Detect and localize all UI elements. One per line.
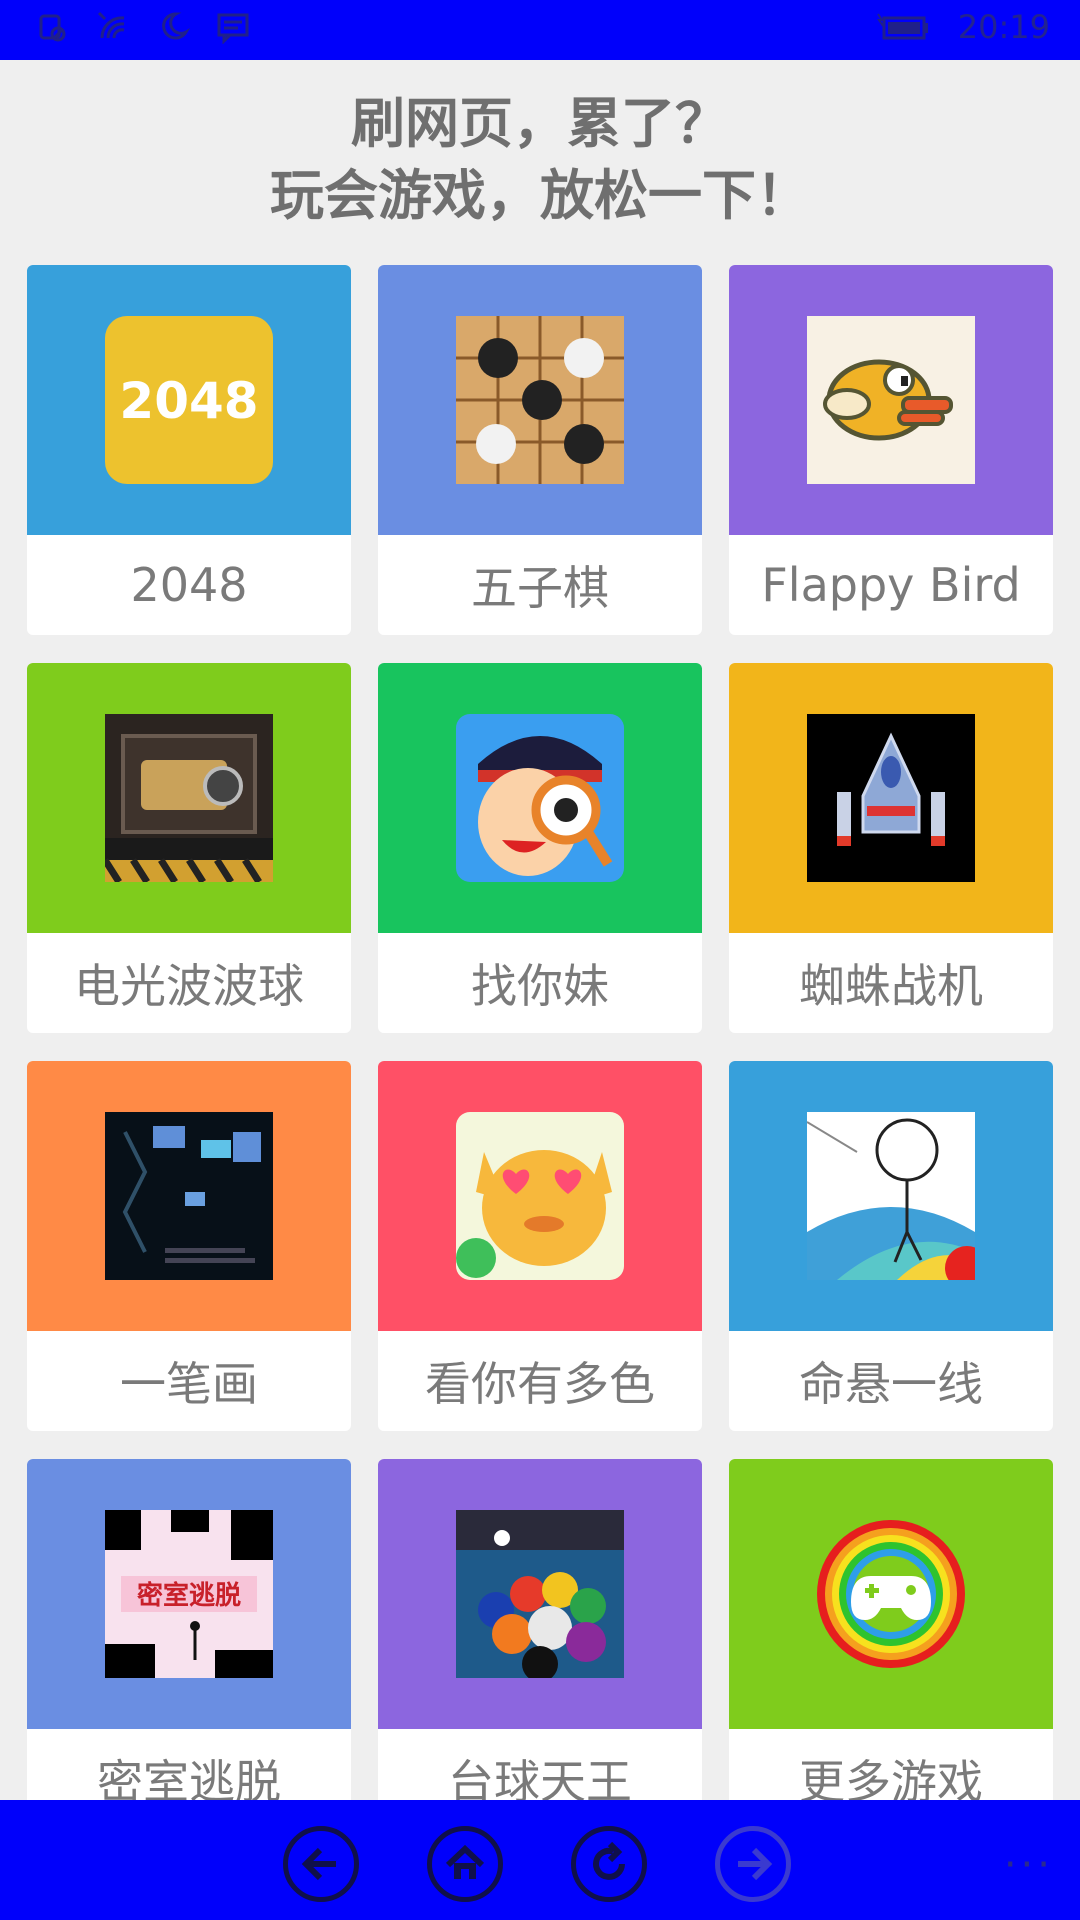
game-card-electric-ball[interactable]: 电光波波球: [27, 663, 351, 1033]
escape-room-icon: 密室逃脱: [105, 1510, 273, 1678]
bottom-app-bar: ···: [0, 1800, 1080, 1920]
game-card-flappy-bird[interactable]: Flappy Bird: [729, 265, 1053, 635]
refresh-button[interactable]: [571, 1826, 647, 1902]
game-card-gomoku[interactable]: 五子棋: [378, 265, 702, 635]
game-label: 电光波波球: [74, 959, 304, 1013]
clock-time: 20:19: [957, 8, 1050, 46]
svg-text:密室逃脱: 密室逃脱: [137, 1580, 241, 1611]
game-label: 五子棋: [471, 561, 609, 615]
game-card-find-sister[interactable]: 找你妹: [378, 663, 702, 1033]
game-label: 命悬一线: [799, 1357, 983, 1411]
game-2048-icon: 2048: [105, 316, 273, 484]
gomoku-board-icon: [456, 316, 624, 484]
game-label: 2048: [130, 558, 248, 612]
game-label: 找你妹: [471, 959, 609, 1013]
game-card-color-test[interactable]: 看你有多色: [378, 1061, 702, 1431]
electric-ball-icon: [102, 714, 273, 884]
status-bar: 20:19: [0, 0, 1080, 60]
svg-text:2048: 2048: [119, 372, 258, 430]
one-stroke-icon: [105, 1112, 273, 1280]
home-icon: [445, 1844, 485, 1879]
game-card-2048[interactable]: 2048 2048: [27, 265, 351, 635]
game-label: 蜘蛛战机: [799, 959, 983, 1013]
game-card-billiards[interactable]: 台球天王: [378, 1459, 702, 1829]
game-card-spider-fighter[interactable]: 蜘蛛战机: [729, 663, 1053, 1033]
find-sister-icon: [456, 714, 624, 882]
wifi-icon: [96, 10, 130, 44]
more-games-controller-icon: [807, 1510, 975, 1678]
game-label: Flappy Bird: [761, 558, 1021, 612]
hanging-line-icon: [806, 1112, 989, 1290]
color-test-icon: [456, 1112, 624, 1280]
heading-line-1: 刷网页，累了？: [351, 92, 729, 155]
game-label: 看你有多色: [425, 1357, 655, 1411]
back-button[interactable]: [283, 1826, 359, 1902]
more-options-button[interactable]: ···: [1004, 1842, 1054, 1888]
game-card-more-games[interactable]: 更多游戏: [729, 1459, 1053, 1829]
status-icons-left: [36, 10, 250, 44]
heading-line-2: 玩会游戏，放松一下！: [270, 164, 810, 227]
game-card-hanging-line[interactable]: 命悬一线: [729, 1061, 1053, 1431]
home-button[interactable]: [427, 1826, 503, 1902]
game-card-escape-room[interactable]: 密室逃脱 密室逃脱: [27, 1459, 351, 1829]
refresh-icon: [593, 1841, 625, 1880]
billiards-icon: [456, 1510, 624, 1682]
status-icons-right: 20:19: [876, 8, 1050, 46]
back-arrow-icon: [301, 1847, 336, 1881]
battery-icon: [876, 10, 930, 44]
page-heading: 刷网页，累了？ 玩会游戏，放松一下！: [0, 88, 1080, 232]
game-card-one-stroke[interactable]: 一笔画: [27, 1061, 351, 1431]
spider-fighter-icon: [807, 714, 975, 882]
message-icon: [216, 10, 250, 44]
forward-arrow-icon: [738, 1847, 773, 1881]
game-label: 一笔画: [120, 1357, 258, 1411]
moon-icon: [156, 10, 190, 44]
forward-button[interactable]: [715, 1826, 791, 1902]
sim-icon: [36, 10, 70, 44]
flappy-bird-icon: [807, 316, 975, 484]
